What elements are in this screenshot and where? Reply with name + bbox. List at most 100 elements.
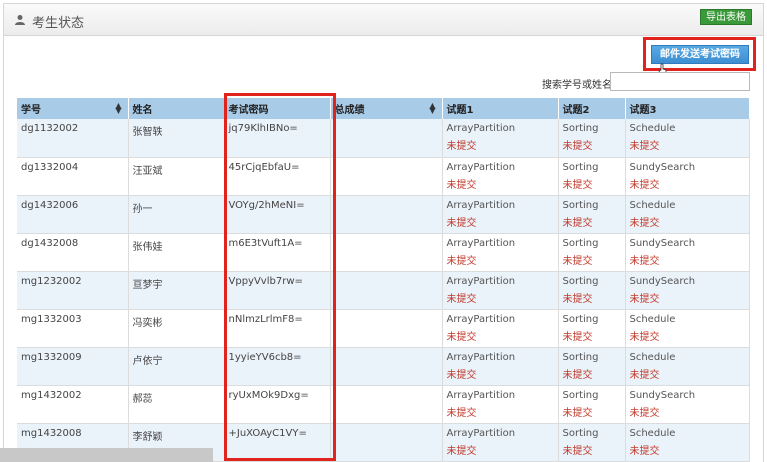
- question-name: ArrayPartition: [446, 161, 516, 173]
- student-name: 亘梦宇: [132, 279, 163, 291]
- question-name: Sorting: [562, 237, 599, 249]
- student-name: 卢依宁: [132, 355, 163, 367]
- column-header-q1[interactable]: 试题1: [442, 98, 559, 119]
- table-row: mg1332009 卢依宁 1yyieYV6cb8= ArrayPartition 未提…: [17, 347, 750, 386]
- student-name: 汪亚斌: [132, 165, 163, 177]
- sort-icon[interactable]: ▲ ▼: [429, 102, 435, 115]
- exam-password: jq79KlhIBNo=: [228, 123, 298, 134]
- student-id: dg1432006: [21, 199, 79, 211]
- question-status: 未提交: [446, 331, 477, 343]
- question-name: Schedule: [629, 351, 676, 363]
- question-name: Schedule: [629, 313, 676, 325]
- question-name: Sorting: [562, 199, 599, 211]
- cell-student-name: 亘梦宇: [128, 271, 225, 310]
- cell-question-3: SundySearch 未提交: [625, 157, 750, 196]
- cell-student-name: 张伟娃: [128, 233, 225, 272]
- question-name: Schedule: [629, 427, 676, 439]
- cell-total-score: [330, 423, 443, 462]
- cell-question-2: Sorting 未提交: [558, 385, 626, 424]
- column-header-q2[interactable]: 试题2: [558, 98, 626, 119]
- cell-total-score: [330, 385, 443, 424]
- table-header-row: 学号 ▲ ▼ 姓名 考试密码 总成绩 ▲ ▼ 试题1 试题2 试题3: [17, 98, 750, 119]
- table-row: dg1432008 张伟娃 m6E3tVuft1A= ArrayPartition 未提…: [17, 233, 750, 272]
- question-name: Sorting: [562, 275, 599, 287]
- question-status: 未提交: [562, 331, 593, 343]
- cell-total-score: [330, 347, 443, 386]
- cell-question-2: Sorting 未提交: [558, 233, 626, 272]
- question-status: 未提交: [446, 141, 477, 152]
- cell-question-1: ArrayPartition 未提交: [442, 347, 559, 386]
- exam-password: +JuXOAyC1VY=: [228, 427, 307, 439]
- cell-student-id: dg1332004: [17, 157, 129, 196]
- send-exam-password-button[interactable]: 邮件发送考试密码: [651, 45, 749, 64]
- student-name: 郝蕊: [132, 393, 153, 405]
- column-header-id[interactable]: 学号 ▲ ▼: [17, 98, 129, 119]
- cell-exam-password: m6E3tVuft1A=: [224, 233, 331, 272]
- question-name: Sorting: [562, 351, 599, 363]
- exam-password: m6E3tVuft1A=: [228, 237, 303, 249]
- question-status: 未提交: [562, 255, 593, 267]
- cell-question-3: Schedule 未提交: [625, 119, 750, 158]
- question-status: 未提交: [446, 445, 477, 457]
- student-id: mg1432008: [21, 427, 82, 439]
- question-name: Schedule: [629, 123, 676, 134]
- horizontal-scrollbar[interactable]: [0, 448, 213, 462]
- cell-total-score: [330, 195, 443, 234]
- exam-password: nNlmzLrlmF8=: [228, 313, 303, 325]
- sort-icon[interactable]: ▲ ▼: [115, 102, 121, 115]
- question-name: Sorting: [562, 161, 599, 173]
- column-header-password[interactable]: 考试密码: [224, 98, 331, 119]
- exam-password: ryUxMOk9Dxg=: [228, 389, 309, 401]
- question-status: 未提交: [562, 293, 593, 305]
- question-name: ArrayPartition: [446, 389, 516, 401]
- user-icon: [15, 15, 25, 25]
- question-name: Sorting: [562, 313, 599, 325]
- cell-question-1: ArrayPartition 未提交: [442, 157, 559, 196]
- table-row: mg1232002 亘梦宇 VppyVvlb7rw= ArrayPartition 未提…: [17, 271, 750, 310]
- question-status: 未提交: [562, 179, 593, 191]
- table-row: mg1432002 郝蕊 ryUxMOk9Dxg= ArrayPartition 未提交…: [17, 385, 750, 424]
- exam-password: VOYg/2hMeNI=: [228, 199, 305, 211]
- column-header-total[interactable]: 总成绩 ▲ ▼: [330, 98, 443, 119]
- cell-question-2: Sorting 未提交: [558, 119, 626, 158]
- question-name: Sorting: [562, 123, 599, 134]
- question-status: 未提交: [562, 445, 593, 457]
- cell-student-id: mg1332003: [17, 309, 129, 348]
- panel-header: 考生状态: [4, 4, 763, 36]
- export-table-button[interactable]: 导出表格: [700, 9, 752, 25]
- question-name: SundySearch: [629, 237, 696, 249]
- cell-question-2: Sorting 未提交: [558, 195, 626, 234]
- student-name: 张伟娃: [132, 241, 163, 253]
- student-id: mg1232002: [21, 275, 82, 287]
- question-status: 未提交: [629, 255, 660, 267]
- question-status: 未提交: [629, 369, 660, 381]
- question-name: Sorting: [562, 427, 599, 439]
- question-status: 未提交: [629, 331, 660, 343]
- cell-exam-password: jq79KlhIBNo=: [224, 119, 331, 158]
- cell-student-name: 张智轶: [128, 119, 225, 158]
- question-status: 未提交: [629, 445, 660, 457]
- question-status: 未提交: [562, 141, 593, 152]
- cell-exam-password: ryUxMOk9Dxg=: [224, 385, 331, 424]
- question-status: 未提交: [562, 217, 593, 229]
- question-name: ArrayPartition: [446, 275, 516, 287]
- cell-question-1: ArrayPartition 未提交: [442, 309, 559, 348]
- question-status: 未提交: [562, 407, 593, 419]
- cell-question-3: Schedule 未提交: [625, 309, 750, 348]
- cell-student-name: 卢依宁: [128, 347, 225, 386]
- question-status: 未提交: [562, 369, 593, 381]
- question-status: 未提交: [446, 217, 477, 229]
- question-status: 未提交: [446, 179, 477, 191]
- cell-student-id: mg1232002: [17, 271, 129, 310]
- column-header-q3[interactable]: 试题3: [625, 98, 750, 119]
- question-name: SundySearch: [629, 275, 696, 287]
- student-id: mg1332009: [21, 351, 82, 363]
- cell-student-id: dg1432008: [17, 233, 129, 272]
- column-header-name[interactable]: 姓名: [128, 98, 225, 119]
- student-name: 冯奕彬: [132, 317, 163, 329]
- search-input[interactable]: [610, 72, 750, 91]
- question-status: 未提交: [629, 293, 660, 305]
- student-name: 张智轶: [132, 127, 163, 138]
- search-label: 搜索学号或姓名: [542, 80, 612, 91]
- cell-question-1: ArrayPartition 未提交: [442, 385, 559, 424]
